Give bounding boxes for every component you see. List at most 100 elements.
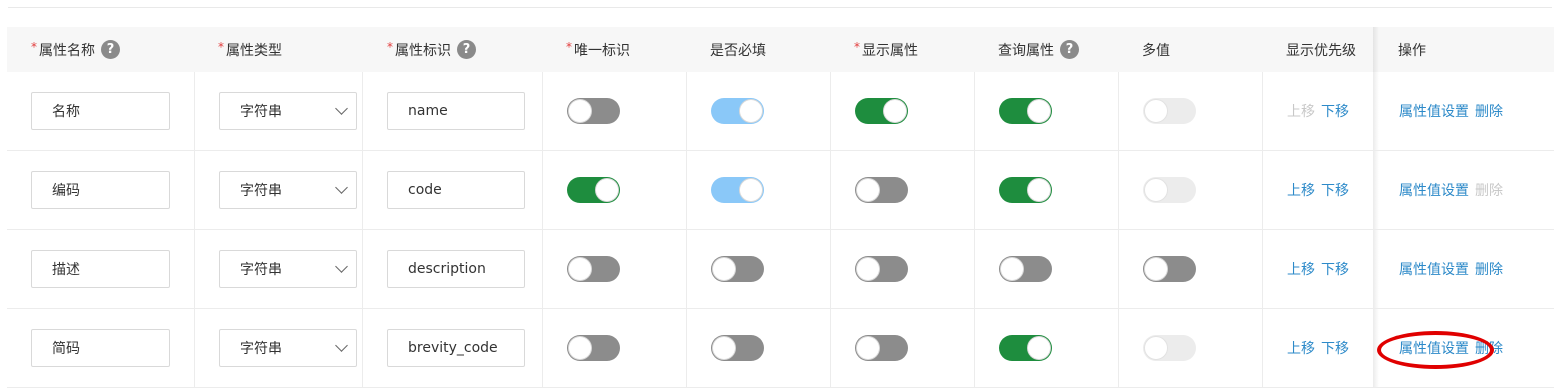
key-input[interactable]: brevity_code (387, 329, 525, 367)
name-input[interactable]: 名称 (31, 92, 170, 130)
move-down-link[interactable]: 下移 (1321, 259, 1349, 279)
chevron-down-icon (335, 339, 348, 352)
cell-key: description (363, 230, 543, 308)
type-select-value: 字符串 (240, 262, 282, 278)
name-input-value: 名称 (52, 104, 80, 120)
header-unique: * 唯一标识 (566, 27, 630, 72)
key-input[interactable]: name (387, 92, 525, 130)
required-mark: * (566, 39, 572, 54)
display-toggle[interactable] (855, 335, 908, 361)
name-input[interactable]: 编码 (31, 171, 170, 209)
cell-priority: 上移 下移 (1263, 151, 1373, 229)
table-row: 简码 字符串 brevity_code 上移 下移 属性值设置 删除 (7, 309, 1554, 388)
type-select[interactable]: 字符串 (219, 329, 357, 367)
cell-query (975, 230, 1119, 308)
cell-multi (1119, 72, 1263, 150)
key-input-value: brevity_code (408, 340, 498, 356)
help-icon[interactable]: ? (101, 40, 120, 59)
toggle-knob (1144, 99, 1168, 123)
multi-toggle[interactable] (1143, 98, 1196, 124)
move-up-link[interactable]: 上移 (1287, 180, 1315, 200)
cell-display (831, 72, 975, 150)
header-ops: 操作 (1398, 27, 1426, 72)
move-down-link[interactable]: 下移 (1321, 338, 1349, 358)
toggle-knob (568, 99, 592, 123)
cell-type: 字符串 (195, 230, 363, 308)
cell-priority: 上移 下移 (1263, 72, 1373, 150)
move-down-link[interactable]: 下移 (1321, 101, 1349, 121)
delete-link[interactable]: 删除 (1475, 338, 1503, 358)
move-up-link[interactable]: 上移 (1287, 259, 1315, 279)
name-input[interactable]: 简码 (31, 329, 170, 367)
name-input-value: 编码 (52, 183, 80, 199)
query-toggle[interactable] (999, 98, 1052, 124)
display-toggle[interactable] (855, 98, 908, 124)
help-icon[interactable]: ? (457, 40, 476, 59)
cell-query (975, 72, 1119, 150)
header-multi-label: 多值 (1142, 42, 1170, 59)
header-display-label: 显示属性 (862, 42, 918, 59)
unique-toggle[interactable] (567, 256, 620, 282)
query-toggle[interactable] (999, 256, 1052, 282)
required-toggle[interactable] (711, 335, 764, 361)
header-type: * 属性类型 (218, 27, 282, 72)
table-row: 描述 字符串 description 上移 下移 属性值设置 删除 (7, 230, 1554, 309)
cell-multi (1119, 230, 1263, 308)
cell-query (975, 151, 1119, 229)
delete-link[interactable]: 删除 (1475, 180, 1503, 200)
name-input[interactable]: 描述 (31, 250, 170, 288)
key-input-value: code (408, 182, 442, 198)
key-input[interactable]: code (387, 171, 525, 209)
cell-priority: 上移 下移 (1263, 309, 1373, 387)
unique-toggle[interactable] (567, 177, 620, 203)
move-up-link[interactable]: 上移 (1287, 101, 1315, 121)
toggle-knob (1144, 336, 1168, 360)
display-toggle[interactable] (855, 177, 908, 203)
required-toggle[interactable] (711, 98, 764, 124)
move-down-link[interactable]: 下移 (1321, 180, 1349, 200)
type-select[interactable]: 字符串 (219, 92, 357, 130)
toggle-knob (739, 99, 763, 123)
attribute-value-settings-link[interactable]: 属性值设置 (1399, 338, 1469, 358)
cell-display (831, 151, 975, 229)
required-mark: * (31, 39, 37, 54)
toggle-knob (1027, 336, 1051, 360)
toggle-knob (1027, 178, 1051, 202)
move-up-link[interactable]: 上移 (1287, 338, 1315, 358)
type-select[interactable]: 字符串 (219, 171, 357, 209)
query-toggle[interactable] (999, 335, 1052, 361)
cell-required (687, 72, 831, 150)
header-type-label: 属性类型 (226, 42, 282, 59)
cell-unique (543, 230, 687, 308)
type-select[interactable]: 字符串 (219, 250, 357, 288)
required-toggle[interactable] (711, 256, 764, 282)
cell-required (687, 309, 831, 387)
cell-unique (543, 151, 687, 229)
fixed-column-shadow (1373, 27, 1379, 72)
key-input[interactable]: description (387, 250, 525, 288)
cell-priority: 上移 下移 (1263, 230, 1373, 308)
cell-ops: 属性值设置 删除 (1379, 151, 1554, 229)
attribute-value-settings-link[interactable]: 属性值设置 (1399, 259, 1469, 279)
required-mark: * (218, 39, 224, 54)
cell-unique (543, 309, 687, 387)
multi-toggle[interactable] (1143, 335, 1196, 361)
table-row: 编码 字符串 code 上移 下移 属性值设置 删除 (7, 151, 1554, 230)
required-toggle[interactable] (711, 177, 764, 203)
cell-display (831, 230, 975, 308)
multi-toggle[interactable] (1143, 256, 1196, 282)
toggle-knob (712, 257, 736, 281)
delete-link[interactable]: 删除 (1475, 259, 1503, 279)
unique-toggle[interactable] (567, 335, 620, 361)
unique-toggle[interactable] (567, 98, 620, 124)
help-icon[interactable]: ? (1060, 40, 1079, 59)
attribute-value-settings-link[interactable]: 属性值设置 (1399, 101, 1469, 121)
toggle-knob (856, 336, 880, 360)
delete-link[interactable]: 删除 (1475, 101, 1503, 121)
multi-toggle[interactable] (1143, 177, 1196, 203)
attribute-value-settings-link[interactable]: 属性值设置 (1399, 180, 1469, 200)
query-toggle[interactable] (999, 177, 1052, 203)
display-toggle[interactable] (855, 256, 908, 282)
header-display: * 显示属性 (854, 27, 918, 72)
toggle-knob (1000, 257, 1024, 281)
